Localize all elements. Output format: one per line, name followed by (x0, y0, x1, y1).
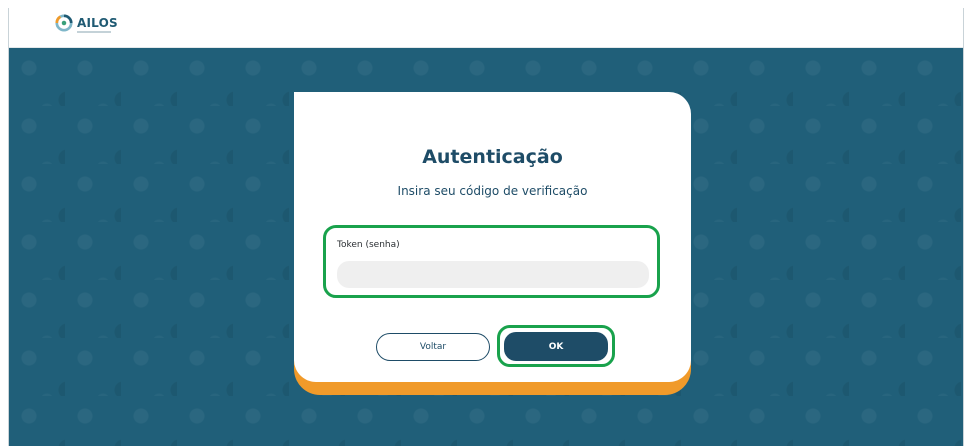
token-input[interactable] (337, 261, 649, 288)
token-label: Token (senha) (337, 240, 400, 250)
top-bar: AILOS (9, 8, 963, 48)
authentication-dialog: Autenticação Insira seu código de verifi… (294, 92, 691, 382)
dialog-subtitle: Insira seu código de verificação (397, 184, 588, 198)
logo-tagline-mark (77, 31, 111, 33)
logo-text: AILOS (77, 16, 118, 30)
ailos-logo-icon (55, 14, 73, 32)
ailos-logo[interactable]: AILOS (55, 14, 118, 33)
browser-viewport: AILOS Autenticação Insira seu código de … (8, 8, 964, 446)
dialog-title: Autenticação (422, 146, 563, 168)
ok-button[interactable]: OK (504, 332, 608, 361)
back-button[interactable]: Voltar (376, 333, 490, 361)
